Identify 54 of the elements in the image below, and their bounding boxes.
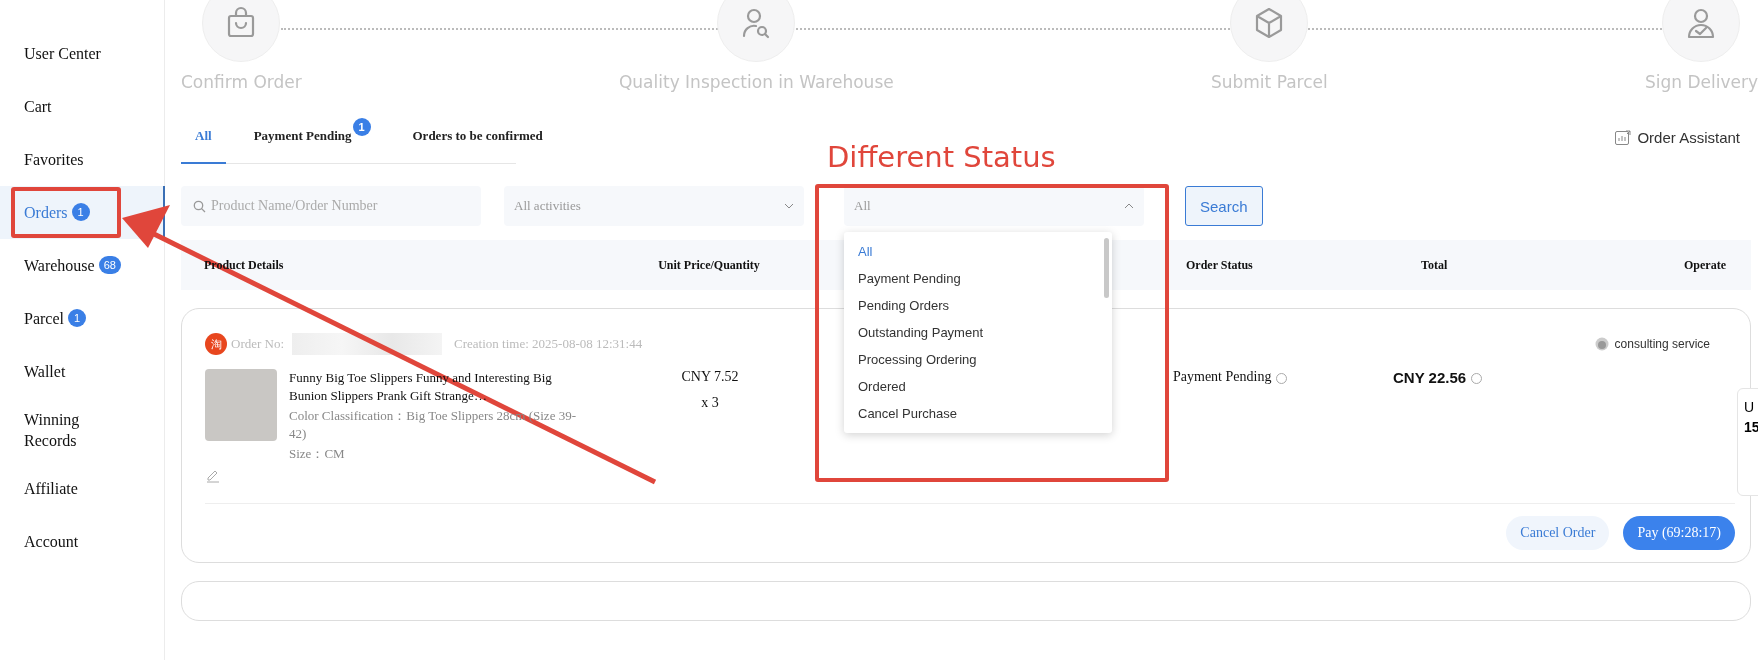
count-badge: 1	[352, 118, 371, 136]
step-label: Submit Parcel	[1210, 72, 1328, 92]
step-label: Sign Delivery	[1644, 72, 1758, 92]
order-status: Payment Pending	[1173, 369, 1272, 385]
order-assistant-link[interactable]: Order Assistant	[1614, 128, 1740, 146]
step-label: Quality Inspection in Warehouse	[618, 72, 894, 92]
tab[interactable]: All	[181, 110, 226, 164]
dropdown-option[interactable]: Cancel Purchase	[844, 400, 1104, 427]
dropdown-option[interactable]: Payment Pending	[844, 265, 1104, 292]
creation-time: Creation time: 2025-08-08 12:31:44	[454, 336, 643, 352]
tab[interactable]: Payment Pending 1	[239, 110, 385, 164]
column-header: Unit Price/Quantity	[657, 257, 761, 273]
pay-button[interactable]: Pay (69:28:17)	[1623, 516, 1735, 550]
product-size: Size：CM	[289, 445, 346, 463]
panel-text: U	[1744, 399, 1756, 415]
search-field[interactable]: Product Name/Order Number	[181, 186, 481, 226]
dropdown-option[interactable]: Processing Ordering	[844, 346, 1104, 373]
sidebar-item[interactable]: Favorites	[0, 133, 165, 186]
column-header: Total	[1420, 257, 1449, 273]
photo-placeholder	[205, 369, 277, 441]
search-icon	[193, 200, 206, 213]
sidebar-item[interactable]: User Center	[0, 27, 165, 80]
column-header: Operate	[1683, 257, 1726, 273]
shop-badge: 淘	[205, 333, 227, 355]
dropdown-option[interactable]: Pending Orders	[844, 292, 1104, 319]
annotation-label: Different Status	[827, 140, 1056, 174]
headset-icon	[1593, 336, 1610, 352]
dropdown-option[interactable]: All	[844, 238, 1104, 265]
count-badge: 1	[71, 203, 90, 221]
order-number-label: Order No:	[231, 336, 285, 352]
chart-icon	[1614, 128, 1633, 146]
search-button[interactable]: Search	[1185, 186, 1263, 226]
sidebar-item[interactable]: Wallet	[0, 345, 165, 398]
dropdown-option[interactable]: Outstanding Payment	[844, 319, 1104, 346]
sidebar-item[interactable]: Warehouse 68	[0, 239, 165, 292]
chevron-up-icon	[1124, 203, 1134, 209]
sidebar-item[interactable]: Account	[0, 515, 165, 568]
count-badge: 1	[68, 309, 86, 327]
chevron-down-icon	[784, 203, 794, 209]
sidebar-item[interactable]: Cart	[0, 80, 165, 133]
step-label: Confirm Order	[181, 72, 302, 92]
column-header: Order Status	[1185, 257, 1254, 273]
dropdown-option[interactable]: Ordered	[844, 373, 1104, 400]
consulting-service-link[interactable]: consulting service	[1593, 336, 1710, 352]
quantity: x 3	[701, 395, 719, 411]
order-total: CNY 22.56	[1393, 369, 1467, 386]
sidebar-item[interactable]: Affiliate	[0, 462, 165, 515]
scrollbar-thumb[interactable]	[1104, 238, 1109, 298]
cancel-order-button[interactable]: Cancel Order	[1506, 516, 1610, 550]
tab[interactable]: Orders to be confirmed	[398, 110, 557, 164]
count-badge: 68	[98, 256, 121, 274]
unit-price: CNY 7.52	[681, 369, 739, 385]
sidebar-item[interactable]: Winning Records	[0, 398, 165, 462]
sidebar-item[interactable]: Parcel 1	[0, 292, 165, 345]
